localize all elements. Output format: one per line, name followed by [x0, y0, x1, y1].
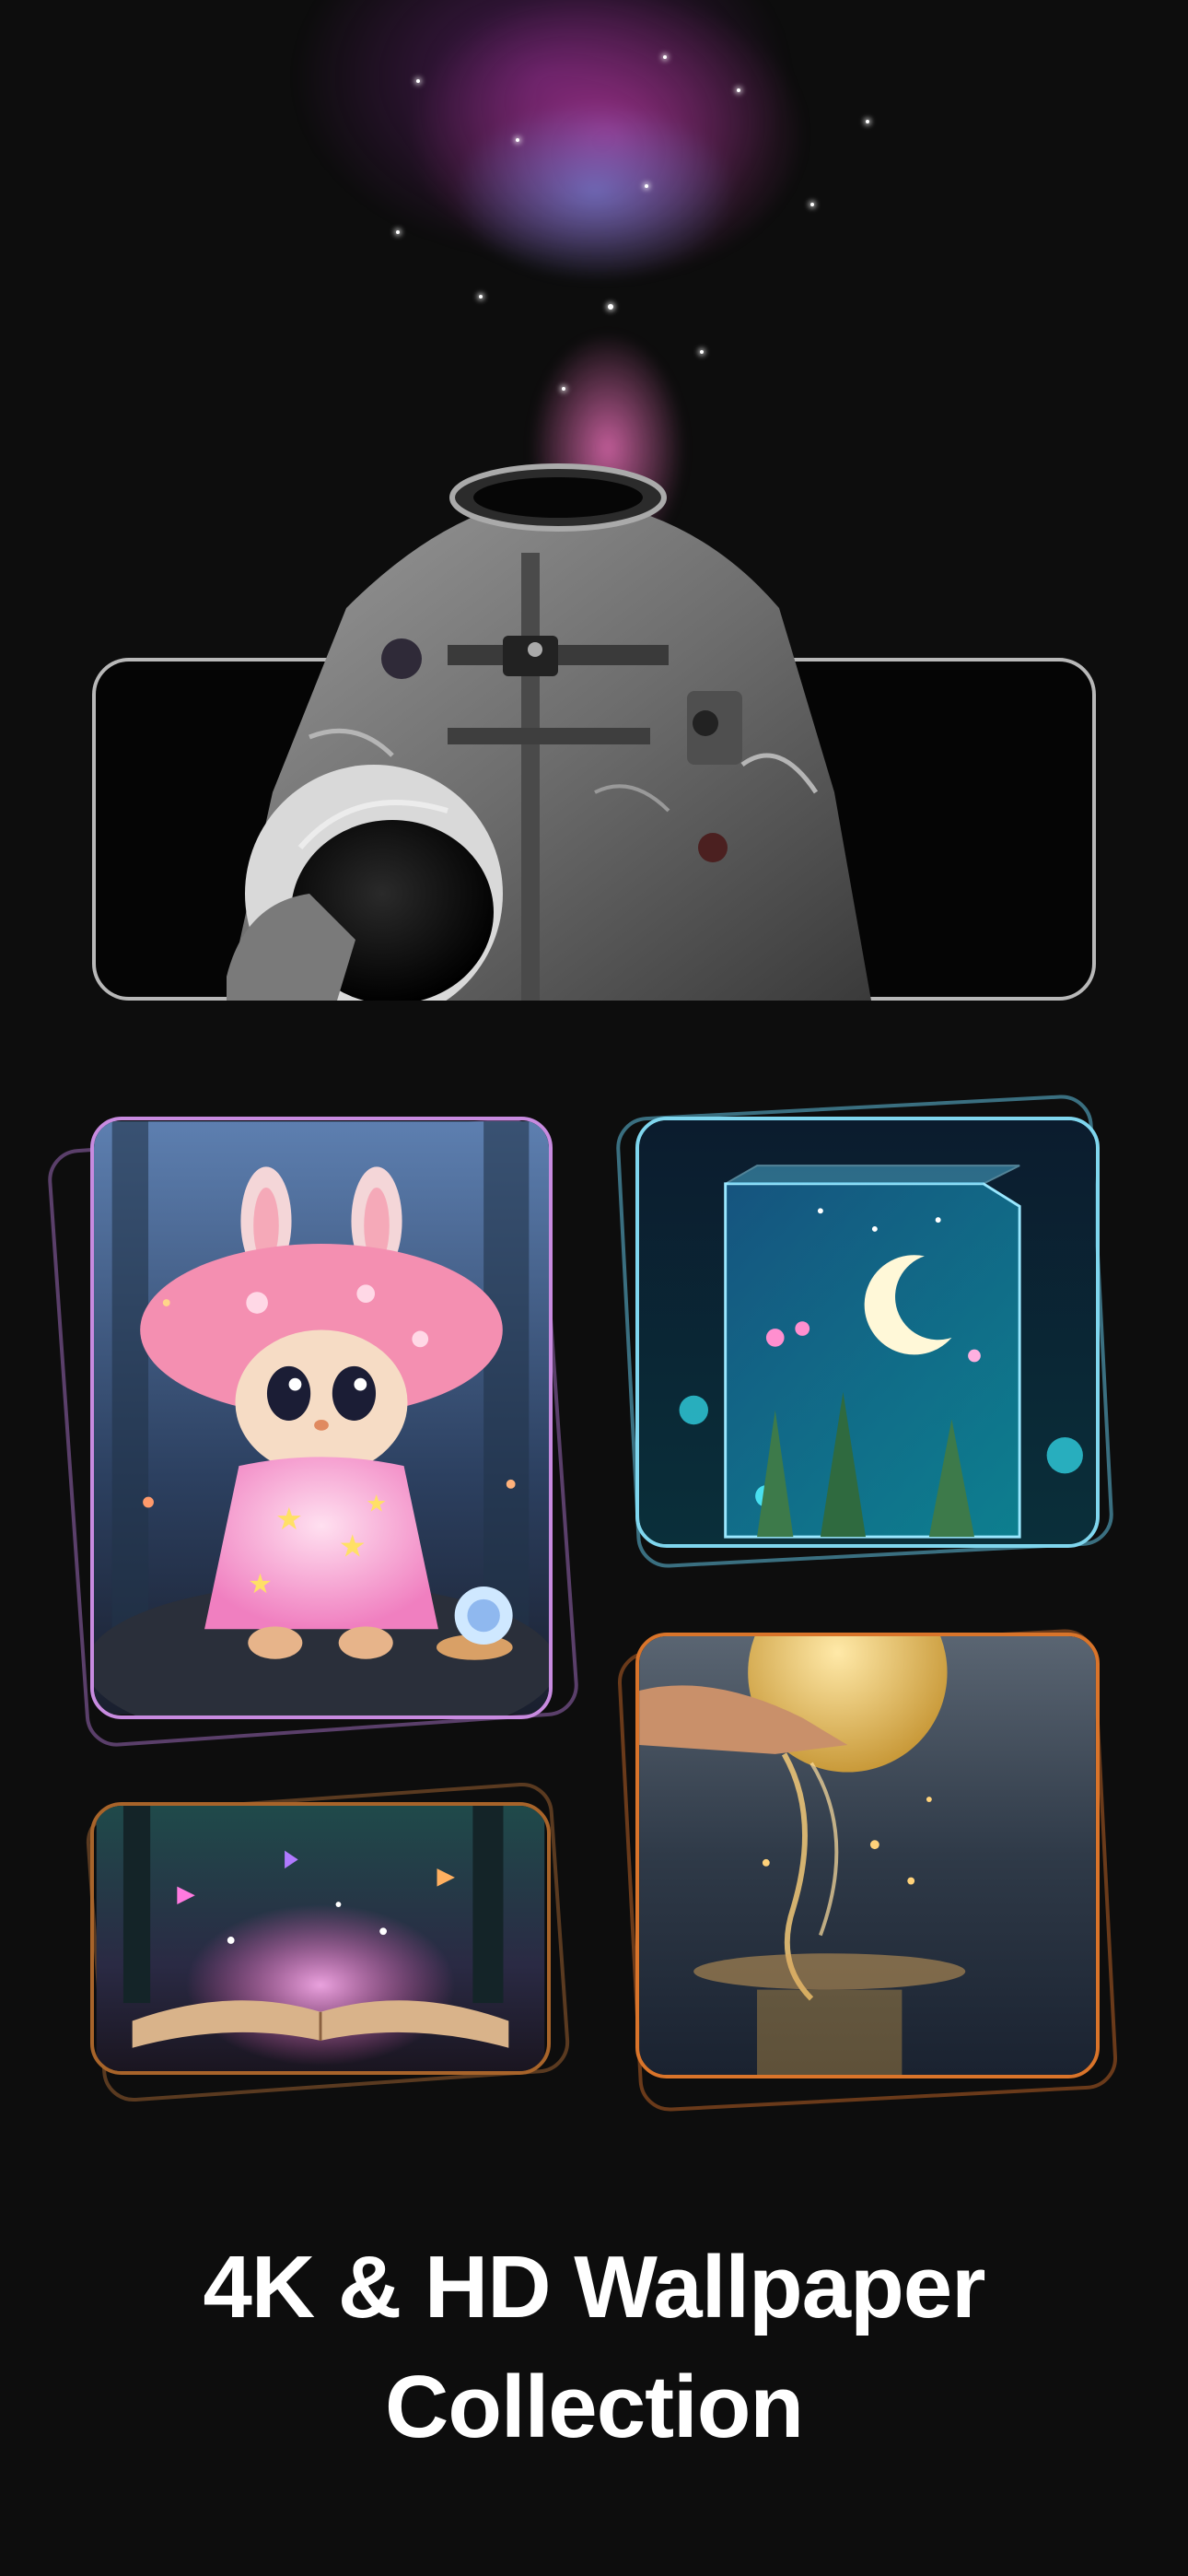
headline: 4K & HD Wallpaper Collection [0, 2228, 1188, 2467]
hero-section [0, 0, 1188, 1013]
star [700, 350, 704, 354]
wallpaper-tile-glass-box-moon[interactable] [635, 1117, 1100, 1548]
wallpaper-tile-moon-water-hand[interactable] [635, 1633, 1100, 2078]
wallpaper-tile-mushroom-bunny[interactable]: ★ ★ ★ ★ [90, 1117, 553, 1719]
star [562, 387, 565, 391]
star [866, 120, 869, 123]
wallpaper-tile-magic-book[interactable] [90, 1802, 551, 2075]
mushroom-bunny-image: ★ ★ ★ ★ [94, 1121, 549, 1715]
moon-water-hand-image [639, 1636, 1096, 2075]
star [516, 138, 519, 142]
star [663, 55, 667, 59]
headline-line-2: Collection [384, 2358, 804, 2456]
magic-book-image [96, 1806, 545, 2071]
star [479, 295, 483, 299]
galaxy-nebula [276, 0, 939, 534]
svg-text:★: ★ [248, 1568, 272, 1599]
star [810, 203, 814, 206]
glass-box-moon-image [639, 1120, 1096, 1544]
svg-text:★: ★ [366, 1490, 387, 1517]
star [396, 230, 400, 234]
star [416, 79, 420, 83]
star [645, 184, 648, 188]
svg-text:★: ★ [275, 1501, 303, 1537]
star [737, 88, 740, 92]
headline-line-1: 4K & HD Wallpaper [203, 2238, 986, 2336]
astronaut-image [227, 463, 871, 1001]
star [608, 304, 613, 310]
svg-text:★: ★ [339, 1528, 367, 1564]
